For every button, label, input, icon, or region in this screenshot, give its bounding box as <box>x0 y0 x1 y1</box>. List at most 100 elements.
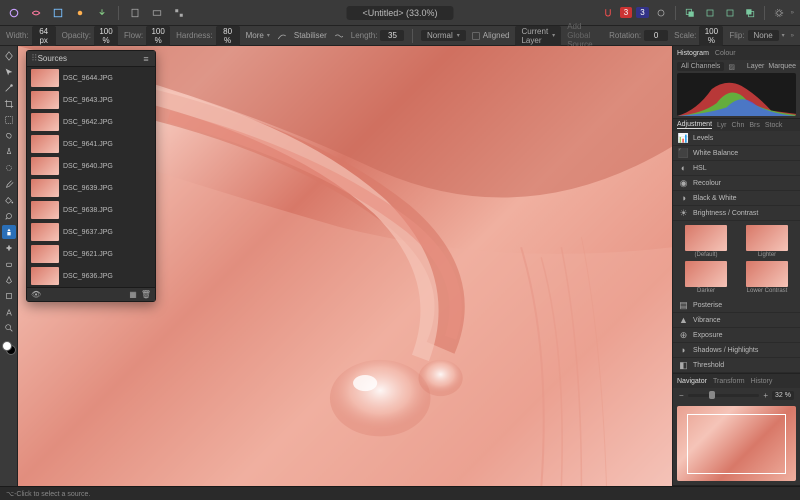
panel-menu-icon[interactable]: ≡ <box>141 54 151 64</box>
delete-source-icon[interactable]: 🗑 <box>141 290 151 299</box>
adjustment-recolour[interactable]: ◉Recolour <box>673 176 800 191</box>
source-item[interactable]: DSC_9642.JPG <box>27 111 155 133</box>
zoom-in-icon[interactable]: + <box>763 391 768 400</box>
source-item[interactable]: DSC_9639.JPG <box>27 177 155 199</box>
arrange-back-icon[interactable] <box>742 5 758 21</box>
tab-transform[interactable]: Transform <box>713 378 745 385</box>
adjustment-white-balance[interactable]: ⬛White Balance <box>673 146 800 161</box>
assistant-badge[interactable]: 3 <box>636 7 648 18</box>
adj-tab-brs[interactable]: Brs <box>749 122 760 129</box>
selection-tool[interactable] <box>2 113 16 127</box>
adj-tab-chn[interactable]: Chn <box>732 122 745 129</box>
source-item[interactable]: DSC_9644.JPG <box>27 67 155 89</box>
arrange-front-icon[interactable] <box>682 5 698 21</box>
dodge-tool[interactable] <box>2 209 16 223</box>
view-tool[interactable] <box>2 49 16 63</box>
clone-brush-tool[interactable] <box>2 225 16 239</box>
tab-histogram[interactable]: Histogram <box>677 50 709 57</box>
freehand-selection-tool[interactable] <box>2 129 16 143</box>
selection-brush-tool[interactable] <box>2 161 16 175</box>
assistant-icon[interactable] <box>653 5 669 21</box>
hardness-field[interactable]: Hardness:80 % <box>176 26 239 46</box>
adjustment-vibrance[interactable]: ▲Vibrance <box>673 313 800 328</box>
arrange-backward-icon[interactable] <box>722 5 738 21</box>
visibility-icon[interactable]: 👁 <box>31 290 41 299</box>
panel-drag-icon[interactable]: ⠿ <box>31 53 38 64</box>
color-picker-tool[interactable] <box>2 81 16 95</box>
overflow-icon[interactable]: » <box>791 10 794 16</box>
shape-tool[interactable] <box>2 289 16 303</box>
source-item[interactable]: DSC_9643.JPG <box>27 89 155 111</box>
zoom-out-icon[interactable]: − <box>679 391 684 400</box>
preset-thumbnail[interactable] <box>746 261 788 287</box>
crop-tool[interactable] <box>2 97 16 111</box>
zoom-tool[interactable] <box>2 321 16 335</box>
photo-persona-icon[interactable] <box>6 5 22 21</box>
adjustment-threshold[interactable]: ◧Threshold <box>673 358 800 373</box>
add-source-icon[interactable]: ▦ <box>129 290 137 299</box>
source-item[interactable]: DSC_9638.JPG <box>27 199 155 221</box>
fill-tool[interactable] <box>2 193 16 207</box>
aligned-checkbox[interactable]: Aligned <box>472 31 510 40</box>
navigator-viewport[interactable] <box>687 414 787 474</box>
tab-history[interactable]: History <box>751 378 773 385</box>
view-icon[interactable] <box>149 5 165 21</box>
preset-thumbnail[interactable] <box>685 225 727 251</box>
paint-brush-tool[interactable] <box>2 177 16 191</box>
adjustment-posterise[interactable]: ▤Posterise <box>673 298 800 313</box>
color-swatch[interactable] <box>2 341 16 355</box>
scale-field[interactable]: Scale:100 % <box>674 26 723 46</box>
erase-tool[interactable] <box>2 257 16 271</box>
channels-dropdown[interactable]: All Channels <box>677 62 724 71</box>
adjustment-exposure[interactable]: ⊕Exposure <box>673 328 800 343</box>
zoom-value[interactable]: 32 % <box>772 391 794 400</box>
adjustment-levels[interactable]: 📊Levels <box>673 131 800 146</box>
marquee-button[interactable]: Marquee <box>768 63 796 70</box>
healing-brush-tool[interactable] <box>2 241 16 255</box>
source-item[interactable]: DSC_9636.JPG <box>27 265 155 287</box>
document-icon[interactable] <box>127 5 143 21</box>
canvas[interactable]: ⠿ Sources ≡ DSC_9644.JPGDSC_9643.JPGDSC_… <box>18 46 672 486</box>
export-persona-icon[interactable] <box>94 5 110 21</box>
blend-mode-dropdown[interactable]: Normal▾ <box>421 30 466 41</box>
adjustment-brightness-contrast[interactable]: ☀Brightness / Contrast <box>673 206 800 221</box>
adj-tab-lyr[interactable]: Lyr <box>717 122 726 129</box>
add-global-source-button[interactable]: Add Global Source <box>567 22 603 49</box>
pen-tool[interactable] <box>2 273 16 287</box>
rope-mode-icon[interactable] <box>333 28 345 44</box>
width-field[interactable]: Width:64 px <box>6 26 56 46</box>
snapping-icon[interactable] <box>600 5 616 21</box>
arrange-icon[interactable] <box>171 5 187 21</box>
layer-button[interactable]: Layer <box>747 63 765 70</box>
length-field[interactable]: Length:35 <box>351 30 405 41</box>
rotation-field[interactable]: Rotation:0 <box>609 30 668 41</box>
sources-panel[interactable]: ⠿ Sources ≡ DSC_9644.JPGDSC_9643.JPGDSC_… <box>26 50 156 302</box>
stabiliser-toggle[interactable]: Stabiliser <box>294 31 327 40</box>
live-badge[interactable]: 3 <box>620 7 632 18</box>
foreground-color-swatch[interactable] <box>2 341 12 351</box>
flow-field[interactable]: Flow:100 % <box>124 26 170 46</box>
flip-dropdown[interactable]: Flip:None▾ <box>729 30 784 41</box>
source-item[interactable]: DSC_9640.JPG <box>27 155 155 177</box>
tab-navigator[interactable]: Navigator <box>677 378 707 385</box>
source-item[interactable]: DSC_9641.JPG <box>27 133 155 155</box>
move-tool[interactable] <box>2 65 16 79</box>
histogram-mode-icon[interactable]: ▨ <box>728 63 735 71</box>
arrange-forward-icon[interactable] <box>702 5 718 21</box>
preset-thumbnail[interactable] <box>746 225 788 251</box>
sources-panel-header[interactable]: ⠿ Sources ≡ <box>27 51 155 67</box>
source-item[interactable]: DSC_9637.JPG <box>27 221 155 243</box>
tab-colour[interactable]: Colour <box>715 50 736 57</box>
tone-map-persona-icon[interactable] <box>72 5 88 21</box>
document-title[interactable]: <Untitled> (33.0%) <box>346 6 453 20</box>
opacity-field[interactable]: Opacity:100 % <box>62 26 118 46</box>
flood-select-tool[interactable] <box>2 145 16 159</box>
prefs-icon[interactable] <box>771 5 787 21</box>
liquify-persona-icon[interactable] <box>28 5 44 21</box>
preset-thumbnail[interactable] <box>685 261 727 287</box>
source-item[interactable]: DSC_9621.JPG <box>27 243 155 265</box>
source-dropdown[interactable]: Current Layer▾ <box>515 26 561 46</box>
adjustment-shadows-highlights[interactable]: ◗Shadows / Highlights <box>673 343 800 358</box>
brush-settings-icon[interactable] <box>276 28 288 44</box>
adj-tab-stock[interactable]: Stock <box>765 122 783 129</box>
